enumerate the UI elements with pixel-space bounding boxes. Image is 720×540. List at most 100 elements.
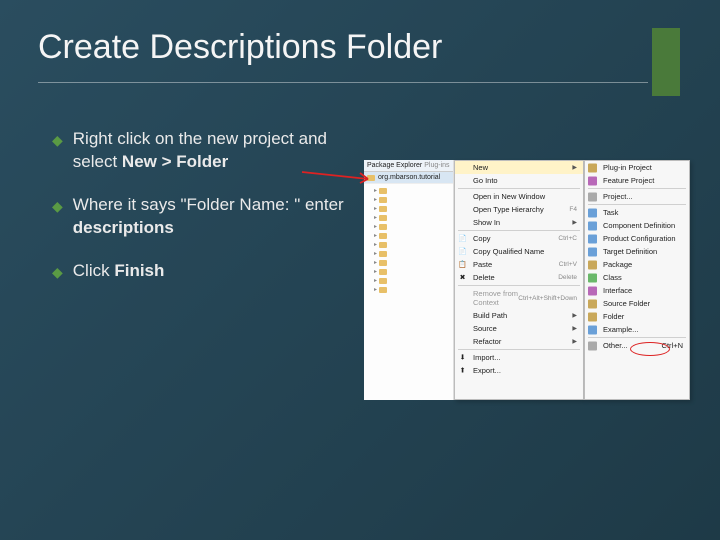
tree-row[interactable]: ▸ [364, 285, 453, 294]
context-menu-item[interactable]: Open Type HierarchyF4 [455, 203, 583, 216]
tree-row[interactable]: ▸ [364, 258, 453, 267]
menu-separator [458, 188, 580, 189]
tree-row[interactable]: ▸ [364, 186, 453, 195]
context-menu-item[interactable]: Show In▶ [455, 216, 583, 229]
expander-icon: ▸ [374, 241, 377, 248]
folder-icon [379, 278, 387, 284]
submenu-item-label: Other... [603, 341, 628, 350]
project-node[interactable]: org.mbarson.tutorial [364, 172, 453, 184]
submenu-item[interactable]: Task [585, 206, 689, 219]
folder-icon [379, 260, 387, 266]
context-menu-item[interactable]: 📄CopyCtrl+C [455, 232, 583, 245]
submenu-item[interactable]: Project... [585, 190, 689, 203]
tree-row[interactable]: ▸ [364, 276, 453, 285]
expander-icon: ▸ [374, 223, 377, 230]
bullet-bold: descriptions [73, 218, 174, 237]
context-menu-item[interactable]: ✖DeleteDelete [455, 271, 583, 284]
submenu-item-icon [588, 286, 597, 295]
context-menu-item[interactable]: Refactor ▶ [455, 335, 583, 348]
context-menu-item[interactable]: Build Path▶ [455, 309, 583, 322]
submenu-item-label: Project... [603, 192, 633, 201]
tree-row[interactable]: ▸ [364, 222, 453, 231]
menu-item-icon: 📄 [458, 247, 467, 256]
tree-row[interactable]: ▸ [364, 231, 453, 240]
shortcut-label: Ctrl+V [559, 261, 577, 268]
submenu-item[interactable]: Feature Project [585, 174, 689, 187]
submenu-item-icon [588, 163, 597, 172]
submenu-item-label: Target Definition [603, 247, 657, 256]
context-menu-item[interactable]: Go Into [455, 174, 583, 187]
submenu-item[interactable]: Class [585, 271, 689, 284]
menu-item-label: Go Into [473, 176, 498, 185]
tree-row[interactable]: ▸ [364, 213, 453, 222]
tree-row[interactable]: ▸ [364, 195, 453, 204]
menu-item-label: Export... [473, 366, 501, 375]
submenu-item[interactable]: Component Definition [585, 219, 689, 232]
submenu-item[interactable]: Product Configuration [585, 232, 689, 245]
submenu-item[interactable]: Source Folder [585, 297, 689, 310]
submenu-item-icon [588, 312, 597, 321]
submenu-item-label: Component Definition [603, 221, 675, 230]
context-menu-item[interactable]: 📄Copy Qualified Name [455, 245, 583, 258]
submenu-item-label: Plug-in Project [603, 163, 652, 172]
menu-item-label: Refactor [473, 337, 501, 346]
menu-separator [458, 349, 580, 350]
context-menu: New▶Go IntoOpen in New WindowOpen Type H… [454, 160, 584, 400]
context-menu-item[interactable]: New▶ [455, 161, 583, 174]
tree-row[interactable]: ▸ [364, 249, 453, 258]
menu-item-label: New [473, 163, 488, 172]
bullet-bold: New > Folder [122, 152, 228, 171]
submenu-item-label: Task [603, 208, 618, 217]
submenu-item[interactable]: Interface [585, 284, 689, 297]
project-label: org.mbarson.tutorial [378, 174, 440, 181]
submenu-item-icon [588, 234, 597, 243]
folder-icon [379, 215, 387, 221]
submenu-arrow-icon: ▶ [572, 325, 577, 332]
submenu-item-icon [588, 260, 597, 269]
page-title: Create Descriptions Folder [38, 28, 442, 67]
context-menu-item[interactable]: Open in New Window [455, 190, 583, 203]
project-icon [367, 175, 375, 181]
context-menu-item[interactable]: 📋PasteCtrl+V [455, 258, 583, 271]
submenu-item-label: Source Folder [603, 299, 650, 308]
submenu-item-label: Class [603, 273, 622, 282]
menu-separator [588, 188, 686, 189]
context-menu-item[interactable]: Source▶ [455, 322, 583, 335]
menu-separator [458, 230, 580, 231]
folder-icon [379, 197, 387, 203]
submenu-arrow-icon: ▶ [572, 338, 577, 345]
explorer-tab-inactive[interactable]: Plug-ins [424, 162, 449, 169]
tree-row[interactable]: ▸ [364, 240, 453, 249]
menu-item-label: Build Path [473, 311, 507, 320]
shortcut-label: Ctrl+N [662, 341, 683, 350]
shortcut-label: F4 [569, 206, 577, 213]
menu-separator [588, 337, 686, 338]
new-submenu: Plug-in Project Feature Project Project...… [584, 160, 690, 400]
folder-icon [379, 269, 387, 275]
shortcut-label: Delete [558, 274, 577, 281]
submenu-item[interactable]: Plug-in Project [585, 161, 689, 174]
submenu-item[interactable]: Target Definition [585, 245, 689, 258]
submenu-item[interactable]: Other... Ctrl+N [585, 339, 689, 352]
package-explorer-pane: Package Explorer Plug-ins org.mbarson.tu… [364, 160, 454, 400]
submenu-item[interactable]: Example... [585, 323, 689, 336]
expander-icon: ▸ [374, 205, 377, 212]
submenu-item-icon [588, 273, 597, 282]
tree-row[interactable]: ▸ [364, 204, 453, 213]
explorer-header: Package Explorer Plug-ins [364, 160, 453, 172]
menu-item-icon: 📄 [458, 234, 467, 243]
explorer-tab-active[interactable]: Package Explorer [367, 162, 422, 169]
submenu-item[interactable]: Folder [585, 310, 689, 323]
context-menu-item[interactable]: ⬇Import... [455, 351, 583, 364]
submenu-item-icon [588, 208, 597, 217]
menu-separator [458, 285, 580, 286]
submenu-item-label: Folder [603, 312, 624, 321]
submenu-item[interactable]: Package [585, 258, 689, 271]
submenu-item-icon [588, 325, 597, 334]
context-menu-item[interactable]: ⬆Export... [455, 364, 583, 377]
submenu-item-label: Product Configuration [603, 234, 676, 243]
menu-separator [588, 204, 686, 205]
menu-item-label: Paste [473, 260, 492, 269]
bullet-item: ◆ Click Finish [52, 260, 352, 283]
tree-row[interactable]: ▸ [364, 267, 453, 276]
